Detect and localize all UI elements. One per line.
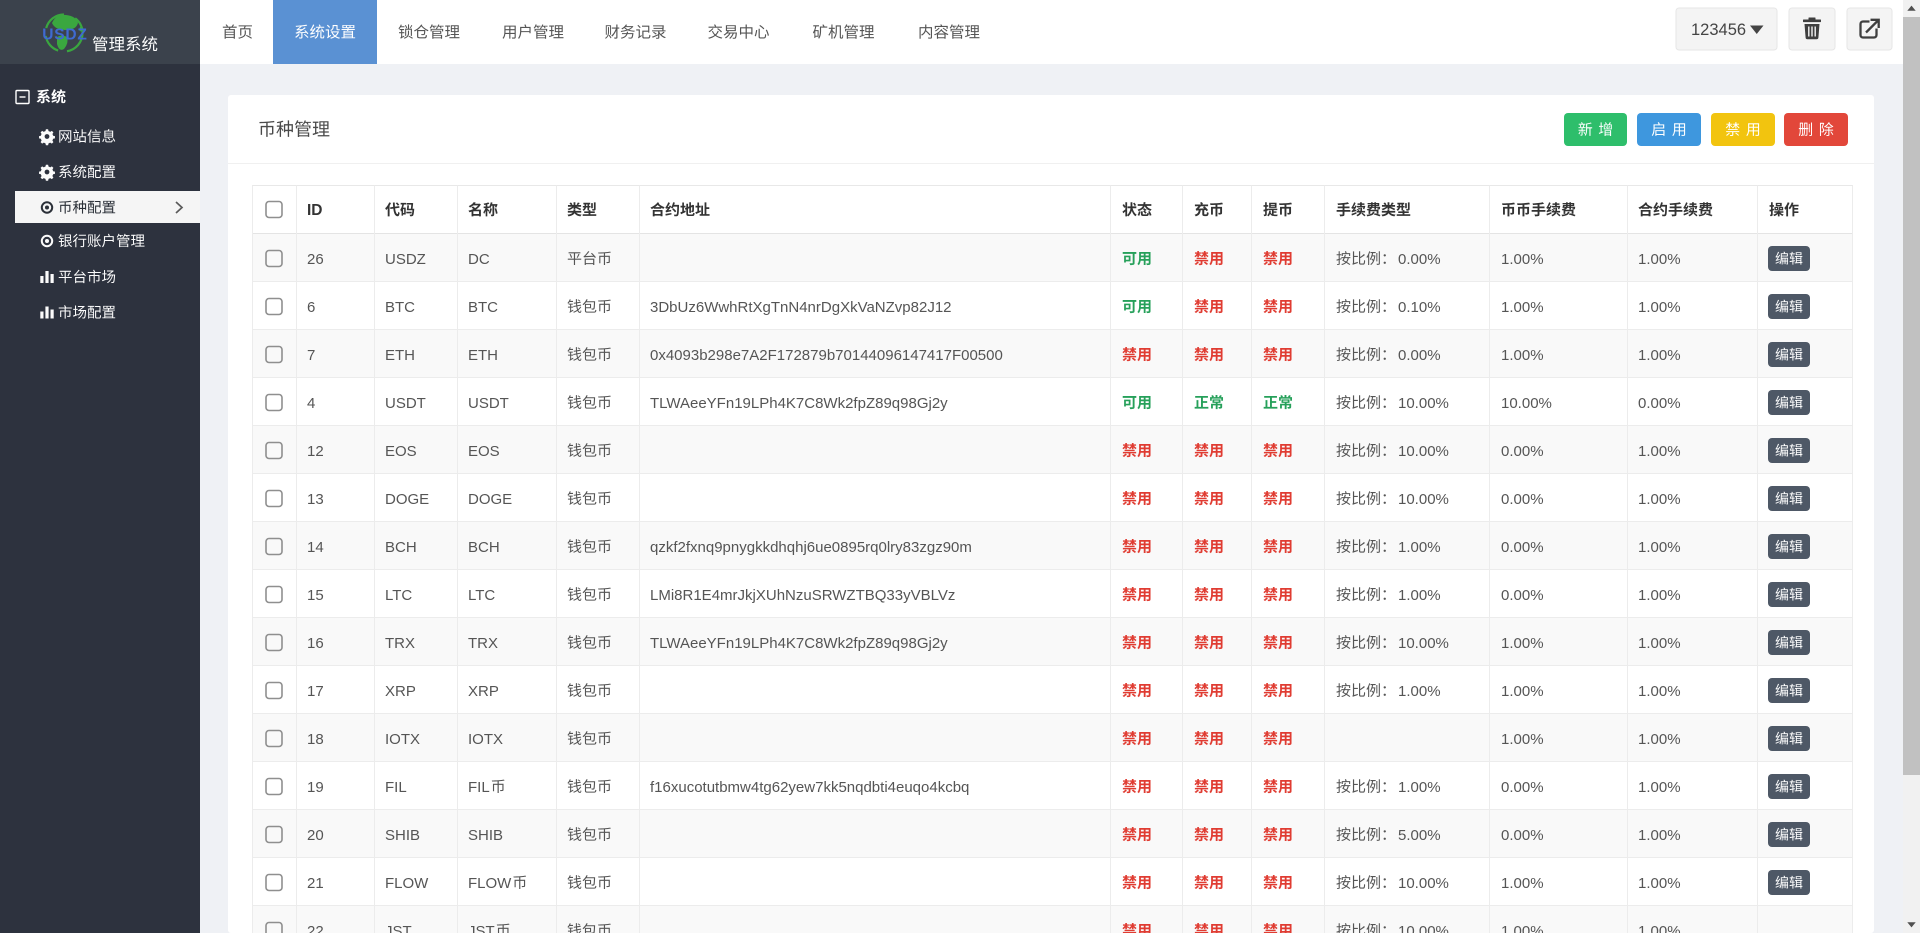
svg-text:1.00%: 1.00% [1501, 683, 1544, 700]
svg-text:10.00%: 10.00% [1501, 395, 1552, 412]
svg-text:TLWAeeYFn19LPh4K7C8Wk2fpZ89q98: TLWAeeYFn19LPh4K7C8Wk2fpZ89q98Gj2y [650, 395, 948, 412]
svg-text:10.00%: 10.00% [1398, 491, 1449, 508]
svg-text:1.00%: 1.00% [1501, 731, 1544, 748]
svg-text:BTC: BTC [468, 299, 498, 316]
svg-text:1.00%: 1.00% [1638, 491, 1681, 508]
svg-text:USDT: USDT [468, 395, 509, 412]
svg-text:0.00%: 0.00% [1501, 491, 1544, 508]
svg-text:1.00%: 1.00% [1638, 587, 1681, 604]
svg-text:0.00%: 0.00% [1501, 779, 1544, 796]
svg-text:0.00%: 0.00% [1398, 347, 1441, 364]
svg-text:10.00%: 10.00% [1398, 923, 1449, 933]
svg-text:5.00%: 5.00% [1398, 827, 1441, 844]
svg-text:1.00%: 1.00% [1501, 875, 1544, 892]
svg-text:LTC: LTC [385, 587, 412, 604]
svg-text:1.00%: 1.00% [1398, 683, 1441, 700]
svg-text:1.00%: 1.00% [1501, 251, 1544, 268]
svg-text:JST: JST [385, 923, 412, 933]
svg-text:20: 20 [307, 827, 324, 844]
svg-text:1.00%: 1.00% [1638, 635, 1681, 652]
svg-text:10.00%: 10.00% [1398, 635, 1449, 652]
svg-text:IOTX: IOTX [385, 731, 420, 748]
svg-text:1.00%: 1.00% [1398, 779, 1441, 796]
svg-text:10.00%: 10.00% [1398, 395, 1449, 412]
svg-text:123456: 123456 [1691, 21, 1746, 39]
svg-text:XRP: XRP [385, 683, 416, 700]
svg-text:ID: ID [307, 202, 323, 219]
svg-text:14: 14 [307, 539, 324, 556]
svg-text:EOS: EOS [468, 443, 500, 460]
svg-text:17: 17 [307, 683, 324, 700]
svg-text:USDZ: USDZ [42, 27, 87, 44]
svg-text:0.00%: 0.00% [1501, 587, 1544, 604]
svg-text:0.00%: 0.00% [1398, 251, 1441, 268]
svg-text:0.10%: 0.10% [1398, 299, 1441, 316]
svg-text:1.00%: 1.00% [1638, 347, 1681, 364]
svg-text:f16xucotutbmw4tg62yew7kk5nqdbt: f16xucotutbmw4tg62yew7kk5nqdbti4euqo4kcb… [650, 779, 969, 796]
svg-text:FLOW: FLOW [385, 875, 429, 892]
svg-text:1.00%: 1.00% [1638, 827, 1681, 844]
svg-text:0.00%: 0.00% [1501, 443, 1544, 460]
svg-text:USDT: USDT [385, 395, 426, 412]
svg-text:LTC: LTC [468, 587, 495, 604]
svg-text:USDZ: USDZ [385, 251, 426, 268]
svg-text:1.00%: 1.00% [1638, 683, 1681, 700]
svg-text:1.00%: 1.00% [1638, 731, 1681, 748]
svg-text:21: 21 [307, 875, 324, 892]
svg-text:1.00%: 1.00% [1638, 923, 1681, 933]
svg-text:1.00%: 1.00% [1398, 539, 1441, 556]
svg-text:1.00%: 1.00% [1638, 539, 1681, 556]
svg-text:TLWAeeYFn19LPh4K7C8Wk2fpZ89q98: TLWAeeYFn19LPh4K7C8Wk2fpZ89q98Gj2y [650, 635, 948, 652]
svg-text:JST: JST [468, 923, 495, 933]
svg-text:ETH: ETH [385, 347, 415, 364]
svg-text:DOGE: DOGE [468, 491, 512, 508]
svg-text:XRP: XRP [468, 683, 499, 700]
svg-text:4: 4 [307, 395, 315, 412]
svg-text:19: 19 [307, 779, 324, 796]
svg-text:6: 6 [307, 299, 315, 316]
svg-text:SHIB: SHIB [468, 827, 503, 844]
svg-text:0.00%: 0.00% [1501, 827, 1544, 844]
svg-text:1.00%: 1.00% [1638, 443, 1681, 460]
svg-text:10.00%: 10.00% [1398, 875, 1449, 892]
svg-text:DOGE: DOGE [385, 491, 429, 508]
svg-text:7: 7 [307, 347, 315, 364]
svg-text:EOS: EOS [385, 443, 417, 460]
svg-text:BCH: BCH [468, 539, 500, 556]
svg-text:0.00%: 0.00% [1638, 395, 1681, 412]
svg-text:BCH: BCH [385, 539, 417, 556]
svg-text:1.00%: 1.00% [1501, 923, 1544, 933]
svg-text:0.00%: 0.00% [1501, 539, 1544, 556]
svg-text:10.00%: 10.00% [1398, 443, 1449, 460]
svg-text:DC: DC [468, 251, 490, 268]
svg-text:1.00%: 1.00% [1638, 251, 1681, 268]
svg-text:1.00%: 1.00% [1638, 875, 1681, 892]
svg-text:13: 13 [307, 491, 324, 508]
svg-text:BTC: BTC [385, 299, 415, 316]
svg-text:3DbUz6WwhRtXgTnN4nrDgXkVaNZvp8: 3DbUz6WwhRtXgTnN4nrDgXkVaNZvp82J12 [650, 299, 952, 316]
svg-text:IOTX: IOTX [468, 731, 503, 748]
svg-text:0x4093b298e7A2F172879b70144096: 0x4093b298e7A2F172879b70144096147417F005… [650, 347, 1003, 364]
svg-text:qzkf2fxnq9pnygkkdhqhj6ue0895rq: qzkf2fxnq9pnygkkdhqhj6ue0895rq0lry83zgz9… [650, 539, 972, 556]
svg-text:1.00%: 1.00% [1501, 299, 1544, 316]
svg-text:16: 16 [307, 635, 324, 652]
svg-text:LMi8R1E4mrJkjXUhNzuSRWZTBQ33yV: LMi8R1E4mrJkjXUhNzuSRWZTBQ33yVBLVz [650, 587, 955, 604]
svg-text:15: 15 [307, 587, 324, 604]
svg-text:TRX: TRX [468, 635, 498, 652]
svg-text:ETH: ETH [468, 347, 498, 364]
svg-text:TRX: TRX [385, 635, 415, 652]
svg-text:12: 12 [307, 443, 324, 460]
svg-text:26: 26 [307, 251, 324, 268]
svg-text:1.00%: 1.00% [1638, 779, 1681, 796]
svg-text:SHIB: SHIB [385, 827, 420, 844]
svg-text:22: 22 [307, 923, 324, 933]
svg-text:1.00%: 1.00% [1501, 347, 1544, 364]
svg-text:1.00%: 1.00% [1638, 299, 1681, 316]
svg-text:FIL: FIL [385, 779, 407, 796]
svg-text:18: 18 [307, 731, 324, 748]
svg-text:1.00%: 1.00% [1398, 587, 1441, 604]
svg-text:1.00%: 1.00% [1501, 635, 1544, 652]
svg-text:FLOW: FLOW [468, 875, 512, 892]
svg-text:FIL: FIL [468, 779, 490, 796]
